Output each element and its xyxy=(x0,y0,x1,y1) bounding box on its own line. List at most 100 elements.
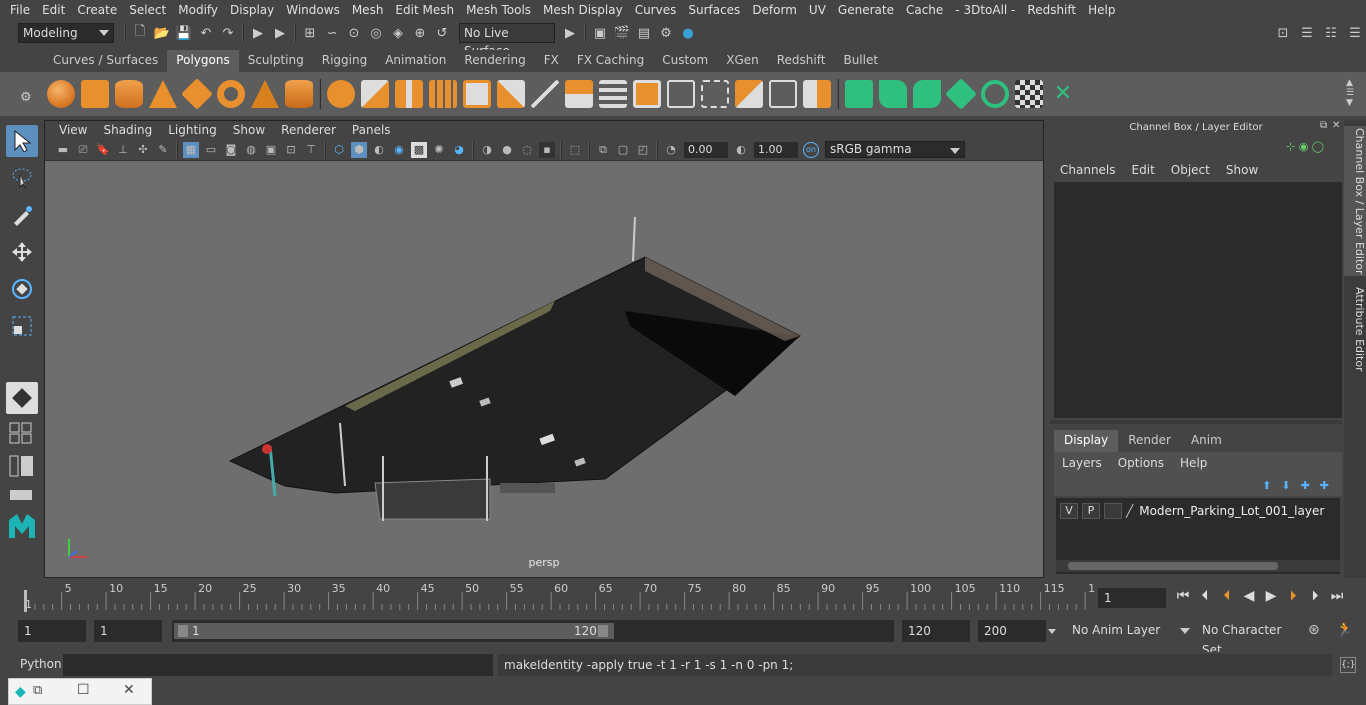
playback-end-field[interactable]: 120 xyxy=(902,620,970,642)
screen-space-ao-icon[interactable]: ◑ xyxy=(479,142,495,158)
render-view-icon[interactable]: ▣ xyxy=(591,24,609,42)
menu-cache[interactable]: Cache xyxy=(900,3,949,17)
layout-graph-icon[interactable] xyxy=(6,485,38,505)
menu-display[interactable]: Display xyxy=(224,3,280,17)
output-icon[interactable]: ▶ xyxy=(271,24,289,42)
construction-history-icon[interactable]: ▶ xyxy=(561,24,579,42)
rotate-tool-icon[interactable] xyxy=(6,273,38,305)
2d-pan-icon[interactable]: ✣ xyxy=(135,142,151,158)
close-window-icon[interactable]: ✕ xyxy=(123,682,135,698)
smooth-icon[interactable] xyxy=(429,80,457,108)
layer-scrollbar[interactable] xyxy=(1056,560,1340,572)
grease-pencil-icon[interactable]: ✎ xyxy=(155,142,171,158)
shelf-scroll-arrows[interactable]: ▲ ☰ ▼ xyxy=(1346,78,1354,108)
channel-menu-show[interactable]: Show xyxy=(1218,163,1266,177)
triangulate-icon[interactable] xyxy=(463,80,491,108)
shelf-tab-custom[interactable]: Custom xyxy=(653,50,717,72)
scrollbar-thumb[interactable] xyxy=(1068,562,1278,570)
close-icon[interactable]: ✕ xyxy=(1332,120,1340,131)
play-backward-icon[interactable]: ◀ xyxy=(1238,588,1260,604)
shelf-tab-redshift[interactable]: Redshift xyxy=(768,50,835,72)
open-scene-icon[interactable]: 📂 xyxy=(153,24,171,42)
layer-tab-anim[interactable]: Anim xyxy=(1181,430,1232,452)
menu-mesh-display[interactable]: Mesh Display xyxy=(537,3,629,17)
poly-torus-icon[interactable] xyxy=(217,80,245,108)
paint-select-icon[interactable] xyxy=(6,199,38,231)
render-settings-icon[interactable]: ⚙ xyxy=(657,24,675,42)
use-lights-icon[interactable]: ✺ xyxy=(431,142,447,158)
viewport-menu-show[interactable]: Show xyxy=(225,123,273,137)
color-management-icon[interactable]: on xyxy=(803,141,819,158)
poly-sphere-icon[interactable] xyxy=(47,80,75,108)
new-layer-icon[interactable]: ✚ xyxy=(1301,479,1310,492)
gate-mask-icon[interactable]: ◍ xyxy=(243,142,259,158)
move-layer-down-icon[interactable]: ⬇ xyxy=(1281,479,1290,492)
play-forward-icon[interactable]: ▶ xyxy=(1260,588,1282,604)
menu-uv[interactable]: UV xyxy=(803,3,832,17)
layer-menu-layers[interactable]: Layers xyxy=(1054,456,1110,470)
film-gate-icon[interactable]: ▭ xyxy=(203,142,219,158)
script-language-label[interactable]: Python xyxy=(20,657,62,671)
menu-redshift[interactable]: Redshift xyxy=(1021,3,1082,17)
snap-live-icon[interactable]: ⊕ xyxy=(411,24,429,42)
snap-curve-icon[interactable]: ∽ xyxy=(323,24,341,42)
uv-sew-icon[interactable] xyxy=(913,80,941,108)
menu-3dtoall[interactable]: - 3DtoAll - xyxy=(949,3,1021,17)
current-frame-field[interactable]: 1 xyxy=(1098,588,1166,608)
ipr-render-icon[interactable]: ▤ xyxy=(635,24,653,42)
move-tool-icon[interactable] xyxy=(6,236,38,268)
step-forward-key-icon[interactable]: ⏵ xyxy=(1304,588,1326,604)
animation-prefs-icon[interactable]: 🏃 xyxy=(1336,622,1354,638)
mirror-icon[interactable] xyxy=(803,80,831,108)
layer-name[interactable]: Modern_Parking_Lot_001_layer xyxy=(1139,504,1324,518)
workspace-icon[interactable]: ⊡ xyxy=(1274,24,1292,42)
smooth-shade-icon[interactable]: ⬢ xyxy=(351,141,367,158)
channel-box-side-tab[interactable]: Channel Box / Layer Editor xyxy=(1344,126,1366,276)
menu-create[interactable]: Create xyxy=(71,3,123,17)
attribute-editor-side-tab[interactable]: Attribute Editor xyxy=(1344,284,1366,374)
range-slider[interactable]: 1 120 xyxy=(172,620,894,642)
menu-curves[interactable]: Curves xyxy=(629,3,683,17)
layout-outliner-icon[interactable] xyxy=(6,452,38,480)
shelf-tab-sculpting[interactable]: Sculpting xyxy=(239,50,313,72)
time-slider[interactable]: 1 5 10 15 20 25 30 35 40 45 50 55 60 65 70 75 80 85 90 95 10… xyxy=(0,580,1366,616)
safe-title-icon[interactable]: ⊤ xyxy=(303,142,319,158)
color-space-dropdown[interactable]: sRGB gamma xyxy=(825,141,965,158)
shelf-tab-fx-caching[interactable]: FX Caching xyxy=(568,50,653,72)
go-to-start-icon[interactable]: ⏮ xyxy=(1172,588,1194,604)
viewport-canvas[interactable]: persp xyxy=(45,161,1043,577)
wireframe-icon[interactable]: ⬡ xyxy=(331,142,347,158)
exposure-icon[interactable]: ◔ xyxy=(663,142,679,158)
poly-cylinder-icon[interactable] xyxy=(115,80,143,108)
channel-menu-channels[interactable]: Channels xyxy=(1050,163,1124,177)
snap-surface-icon[interactable]: ◈ xyxy=(389,24,407,42)
poly-prism-icon[interactable] xyxy=(251,80,279,108)
motion-blur-icon[interactable]: ● xyxy=(499,142,515,158)
isolate-select-icon[interactable]: ⬚ xyxy=(567,142,583,158)
camera-select-icon[interactable]: ▬ xyxy=(55,142,71,158)
layer-menu-options[interactable]: Options xyxy=(1110,456,1172,470)
shelf-tab-fx[interactable]: FX xyxy=(535,50,568,72)
viewport-menu-lighting[interactable]: Lighting xyxy=(160,123,225,137)
range-slider-handle[interactable]: 1 120 xyxy=(174,623,614,639)
separate-icon[interactable] xyxy=(361,80,389,108)
append-icon[interactable] xyxy=(633,80,661,108)
shelf-tab-curves-surfaces[interactable]: Curves / Surfaces xyxy=(44,50,167,72)
image-plane-icon[interactable]: ⊥ xyxy=(115,142,131,158)
camera-attributes-icon[interactable]: ⎚ xyxy=(75,142,91,158)
anti-aliasing-icon[interactable]: ◌ xyxy=(519,142,535,158)
gamma-icon[interactable]: ◐ xyxy=(733,142,749,158)
extrude-icon[interactable] xyxy=(565,80,593,108)
layer-visibility-toggle[interactable]: V xyxy=(1060,503,1078,519)
poly-cone-icon[interactable] xyxy=(149,80,177,108)
xray-active-icon[interactable]: ◰ xyxy=(635,142,651,158)
float-icon[interactable]: ⧉ xyxy=(1320,120,1327,131)
hypershade-icon[interactable]: ● xyxy=(679,24,697,42)
uv-symmetry-icon[interactable]: ✕ xyxy=(1049,80,1077,108)
current-time-marker[interactable] xyxy=(24,590,27,612)
script-editor-icon[interactable]: {;} xyxy=(1340,657,1356,673)
insert-loop-icon[interactable] xyxy=(667,80,695,108)
select-tool-icon[interactable] xyxy=(6,125,38,157)
undo-icon[interactable]: ↶ xyxy=(197,24,215,42)
menu-mesh[interactable]: Mesh xyxy=(346,3,390,17)
